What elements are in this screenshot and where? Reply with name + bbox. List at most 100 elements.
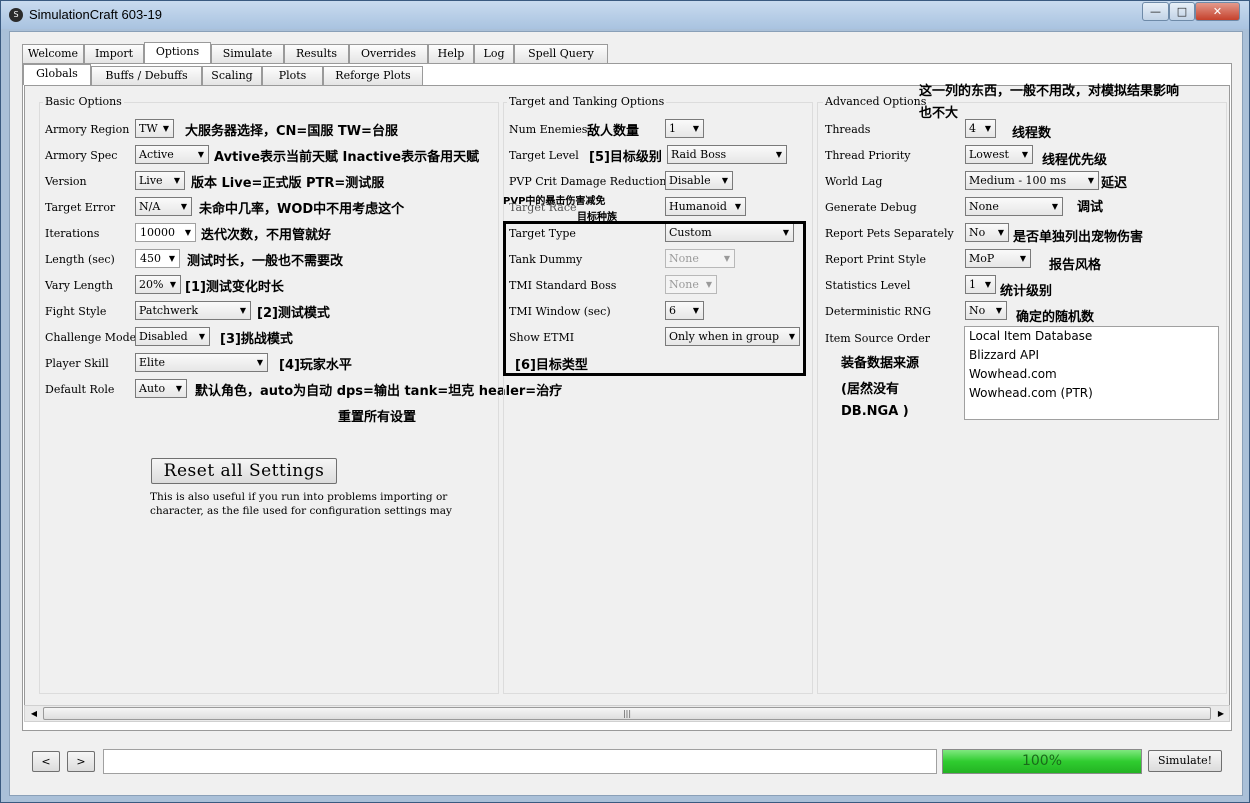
vary-length-select[interactable]: 20% ▼ [135,275,181,294]
forward-button[interactable]: > [67,751,95,772]
application-window: S SimulationCraft 603-19 — □ ✕ Welcome I… [0,0,1250,803]
generate-debug-select[interactable]: None ▼ [965,197,1063,216]
item-source-label: Item Source Order [825,332,930,345]
tab-help[interactable]: Help [428,44,474,63]
scroll-right-icon[interactable]: ▶ [1213,706,1229,721]
reset-all-settings-button[interactable]: Reset all Settings [151,458,337,484]
scroll-left-icon[interactable]: ◀ [26,706,42,721]
arrow-left-icon: < [41,755,51,768]
chevron-down-icon: ▼ [168,254,175,263]
tab-welcome[interactable]: Welcome [22,44,84,63]
tab-globals[interactable]: Globals [23,64,91,85]
pvp-crit-select[interactable]: Disable ▼ [665,171,733,190]
thread-priority-label: Thread Priority [825,149,911,162]
tab-buffs-debuffs[interactable]: Buffs / Debuffs [91,66,202,85]
chevron-down-icon: ▼ [1087,176,1094,185]
chevron-down-icon: ▼ [162,124,169,133]
target-error-note: 未命中几率，WOD中不用考虑这个 [199,202,405,217]
target-race-select[interactable]: Humanoid ▼ [665,197,746,216]
version-note: 版本 Live=正式版 PTR=测试服 [191,176,385,191]
statistics-level-value: 1 [969,278,976,291]
tab-reforge-plots[interactable]: Reforge Plots [323,66,423,85]
iterations-note: 迭代次数，不用管就好 [201,228,332,243]
deterministic-rng-value: No [969,304,986,317]
armory-spec-select[interactable]: Active ▼ [135,145,209,164]
vary-length-label: Vary Length [45,279,113,292]
threads-select[interactable]: 4 ▼ [965,119,996,138]
target-error-select[interactable]: N/A ▼ [135,197,192,216]
list-item[interactable]: Blizzard API [965,346,1218,365]
simulate-button[interactable]: Simulate! [1148,750,1222,772]
item-source-note-2: (居然没有 [841,382,899,397]
version-select[interactable]: Live ▼ [135,171,185,190]
num-enemies-note: 敌人数量 [587,124,640,139]
chevron-down-icon: ▼ [1021,150,1028,159]
item-source-list[interactable]: Local Item Database Blizzard API Wowhead… [964,326,1219,420]
deterministic-rng-note: 确定的随机数 [1016,310,1095,325]
iterations-value: 10000 [140,226,175,239]
minimize-button[interactable]: — [1142,2,1169,21]
tab-import[interactable]: Import [84,44,144,63]
length-select[interactable]: 450 ▼ [135,249,180,268]
length-note: 测试时长，一般也不需要改 [187,254,344,269]
list-item[interactable]: Wowhead.com [965,365,1218,384]
num-enemies-select[interactable]: 1 ▼ [665,119,704,138]
report-print-style-value: MoP [969,252,995,265]
title-bar[interactable]: S SimulationCraft 603-19 — □ ✕ [1,1,1249,29]
tab-plots[interactable]: Plots [262,66,323,85]
target-level-select[interactable]: Raid Boss ▼ [667,145,787,164]
tab-log[interactable]: Log [474,44,514,63]
tab-overrides[interactable]: Overrides [349,44,428,63]
scrollbar-thumb[interactable]: ||| [43,707,1211,720]
armory-region-select[interactable]: TW ▼ [135,119,174,138]
chevron-down-icon: ▼ [995,306,1002,315]
simc-app-icon: S [9,8,23,22]
chevron-down-icon: ▼ [984,124,991,133]
chevron-down-icon: ▼ [169,280,176,289]
fight-style-select[interactable]: Patchwerk ▼ [135,301,251,320]
list-item[interactable]: Wowhead.com (PTR) [965,384,1218,403]
num-enemies-value: 1 [669,122,676,135]
maximize-button[interactable]: □ [1169,2,1195,21]
target-level-value: Raid Boss [671,148,727,161]
chevron-down-icon: ▼ [1051,202,1058,211]
horizontal-scrollbar[interactable]: ◀ ||| ▶ [24,705,1230,722]
basic-options-title: Basic Options [43,95,124,108]
threads-value: 4 [969,122,976,135]
tab-results[interactable]: Results [284,44,349,63]
back-button[interactable]: < [32,751,60,772]
default-role-select[interactable]: Auto ▼ [135,379,187,398]
command-input[interactable] [103,749,937,774]
list-item[interactable]: Local Item Database [965,327,1218,346]
advanced-header-note-1: 这一列的东西，一般不用改，对模拟结果影响 [919,84,1180,99]
tab-simulate[interactable]: Simulate [211,44,284,63]
statistics-level-select[interactable]: 1 ▼ [965,275,996,294]
tab-spell-query[interactable]: Spell Query [514,44,608,63]
tab-options[interactable]: Options [144,42,211,63]
chevron-down-icon: ▼ [180,202,187,211]
reset-help-line-2: character, as the file used for configur… [150,505,452,517]
thread-priority-select[interactable]: Lowest ▼ [965,145,1033,164]
close-button[interactable]: ✕ [1195,2,1240,21]
iterations-label: Iterations [45,227,100,240]
player-skill-select[interactable]: Elite ▼ [135,353,268,372]
iterations-select[interactable]: 10000 ▼ [135,223,196,242]
target-error-value: N/A [139,200,161,213]
target-level-note: [5]目标级别 [589,150,662,165]
report-print-style-select[interactable]: MoP ▼ [965,249,1031,268]
target-options-title: Target and Tanking Options [507,95,667,108]
version-label: Version [45,175,87,188]
target-race-value: Humanoid [669,200,727,213]
tab-scaling[interactable]: Scaling [202,66,262,85]
armory-spec-note: Avtive表示当前天赋 Inactive表示备用天赋 [214,150,480,165]
chevron-down-icon: ▼ [184,228,191,237]
challenge-mode-select[interactable]: Disabled ▼ [135,327,210,346]
world-lag-select[interactable]: Medium - 100 ms ▼ [965,171,1099,190]
item-source-note-1: 装备数据来源 [841,356,920,371]
player-skill-label: Player Skill [45,357,109,370]
deterministic-rng-select[interactable]: No ▼ [965,301,1007,320]
report-pets-select[interactable]: No ▼ [965,223,1009,242]
threads-note: 线程数 [1012,126,1052,141]
reset-note: 重置所有设置 [338,410,417,425]
arrow-right-icon: > [76,755,86,768]
